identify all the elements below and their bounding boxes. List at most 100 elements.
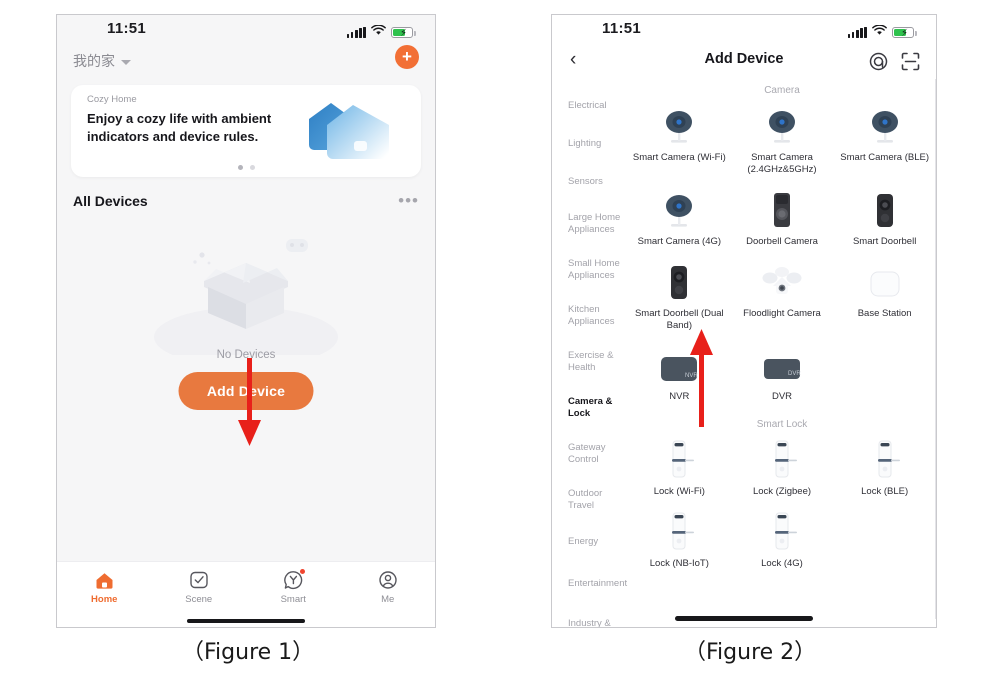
smart-doorbell-icon xyxy=(833,186,936,232)
product-item[interactable]: Base Station xyxy=(833,254,936,338)
section-title-camera: Camera xyxy=(764,85,800,96)
user-circle-icon xyxy=(341,569,436,591)
product-name: Smart Doorbell xyxy=(852,235,917,247)
house-pair-icon xyxy=(297,99,407,167)
product-item[interactable]: Smart Camera (BLE) xyxy=(833,98,936,182)
all-devices-header: All Devices ••• xyxy=(73,192,419,209)
more-horizontal-icon[interactable]: ••• xyxy=(398,192,419,209)
status-bar-time: 11:51 xyxy=(602,20,642,37)
tab-scene[interactable]: Scene xyxy=(152,569,247,605)
door-lock-icon xyxy=(628,436,731,482)
home-selector[interactable]: 我的家 xyxy=(73,51,131,71)
dvr-icon: DVR xyxy=(731,341,834,387)
arrow-to-add-device xyxy=(238,358,261,446)
category-label: Camera & Lock xyxy=(568,396,613,419)
product-item-spacer xyxy=(833,337,936,409)
category-label: Exercise & Health xyxy=(568,350,614,373)
sidebar-item-entertainment[interactable]: Entertainment xyxy=(552,561,628,607)
tab-smart[interactable]: Smart xyxy=(246,569,341,605)
smart-automation-icon xyxy=(246,569,341,591)
product-item[interactable]: Smart Camera (4G) xyxy=(628,182,731,254)
tab-me[interactable]: Me xyxy=(341,569,436,605)
sidebar-item-energy[interactable]: Energy xyxy=(552,523,628,561)
floodlight-camera-icon xyxy=(731,258,834,304)
door-lock-icon xyxy=(833,436,936,482)
product-item[interactable]: Floodlight Camera xyxy=(731,254,834,338)
product-item[interactable]: Smart Camera (Wi-Fi) xyxy=(628,98,731,182)
home-header: 我的家 + xyxy=(57,45,435,81)
product-item[interactable]: DVR DVR xyxy=(731,337,834,409)
status-bar-time: 11:51 xyxy=(107,20,147,37)
category-label: Energy xyxy=(568,536,599,548)
category-label: Sensors xyxy=(568,176,603,188)
category-label: Lighting xyxy=(568,138,602,150)
camera-dome-icon xyxy=(833,102,936,148)
base-station-icon xyxy=(833,258,936,304)
tab-me-label: Me xyxy=(381,594,395,605)
sidebar-item-gateway-control[interactable]: Gateway Control xyxy=(552,431,628,477)
banner-page-dots xyxy=(71,165,421,170)
sidebar-item-industry-agriculture[interactable]: Industry & Agriculture xyxy=(552,607,628,627)
status-bar-indicators: ⚡ xyxy=(847,23,917,41)
category-label: Electrical xyxy=(568,100,607,112)
product-name: Lock (BLE) xyxy=(861,486,909,498)
banner-tag: Cozy Home xyxy=(87,94,137,105)
sidebar-item-exercise-health[interactable]: Exercise & Health xyxy=(552,339,628,385)
product-item[interactable]: Lock (BLE) xyxy=(833,432,936,504)
status-bar-indicators: ⚡ xyxy=(346,23,416,41)
camera-dome-icon xyxy=(628,102,731,148)
product-item[interactable]: Lock (NB-IoT) xyxy=(628,504,731,576)
status-bar: 11:51 ⚡ xyxy=(552,15,936,45)
smart-lock-product-grid: Lock (Wi-Fi) Lock (Zigbee) Lock (BLE) Lo… xyxy=(628,432,936,576)
product-item[interactable]: Smart Camera (2.4GHz&5GHz) xyxy=(731,98,834,182)
cozy-home-banner[interactable]: Cozy Home Enjoy a cozy life with ambient… xyxy=(71,85,421,177)
empty-open-box-icon xyxy=(146,225,346,367)
sidebar-item-sensors[interactable]: Sensors xyxy=(552,163,628,201)
sidebar-item-outdoor-travel[interactable]: Outdoor Travel xyxy=(552,477,628,523)
status-bar: 11:51 ⚡ xyxy=(57,15,435,45)
qr-scan-icon[interactable] xyxy=(901,52,920,76)
add-button[interactable]: + xyxy=(395,45,419,69)
screenshot-canvas: 11:51 ⚡ 我的家 + Cozy Home Enjoy a cozy lif… xyxy=(0,0,1000,674)
product-name: Smart Camera (BLE) xyxy=(840,152,929,163)
signal-bars-icon xyxy=(346,26,366,38)
product-item[interactable]: Lock (Zigbee) xyxy=(731,432,834,504)
product-name: Smart Camera (2.4GHz&5GHz) xyxy=(747,152,817,175)
auto-scan-icon[interactable] xyxy=(869,52,888,76)
product-item[interactable]: Lock (Wi-Fi) xyxy=(628,432,731,504)
sidebar-item-camera-lock[interactable]: Camera & Lock xyxy=(552,385,628,431)
home-icon xyxy=(57,569,152,591)
battery-charging-icon: ⚡ xyxy=(391,26,416,39)
signal-bars-icon xyxy=(847,26,867,38)
section-title-smart-lock: Smart Lock xyxy=(756,419,808,431)
sidebar-item-kitchen-appliances[interactable]: Kitchen Appliances xyxy=(552,293,628,339)
figure-2-phone-frame: 11:51 ⚡ ‹ Add Device Electrical Lighting… xyxy=(551,14,937,628)
product-item[interactable]: Smart Doorbell (Dual Band) xyxy=(628,254,731,338)
doorbell-camera-icon xyxy=(731,186,834,232)
product-item[interactable]: Smart Doorbell xyxy=(833,182,936,254)
banner-headline: Enjoy a cozy life with ambient indicator… xyxy=(87,111,272,144)
sidebar-item-lighting[interactable]: Lighting xyxy=(552,125,628,163)
sidebar-item-small-home-appliances[interactable]: Small Home Appliances xyxy=(552,247,628,293)
tab-smart-label: Smart xyxy=(280,594,306,605)
add-device-navbar: ‹ Add Device xyxy=(552,45,936,79)
product-name: Lock (4G) xyxy=(761,558,803,570)
product-name: Smart Camera (4G) xyxy=(637,235,722,247)
product-item[interactable]: Lock (4G) xyxy=(731,504,834,576)
door-lock-icon xyxy=(628,508,731,554)
product-name: Floodlight Camera xyxy=(743,307,821,319)
category-label: Outdoor Travel xyxy=(568,488,603,511)
product-name: Lock (Zigbee) xyxy=(752,486,812,498)
sidebar-item-electrical[interactable]: Electrical xyxy=(552,87,628,125)
figure-1-phone-frame: 11:51 ⚡ 我的家 + Cozy Home Enjoy a cozy lif… xyxy=(56,14,436,628)
scrollbar-track[interactable] xyxy=(935,79,936,619)
sidebar-item-large-home-appliances[interactable]: Large Home Appliances xyxy=(552,201,628,247)
product-name: Smart Camera (Wi-Fi) xyxy=(632,152,726,163)
tab-home[interactable]: Home xyxy=(57,569,152,605)
home-indicator-bar xyxy=(187,619,305,623)
figure-1-caption: （Figure 1） xyxy=(182,640,315,665)
category-label: Entertainment xyxy=(568,578,628,590)
product-item[interactable]: Doorbell Camera xyxy=(731,182,834,254)
product-name: Smart Doorbell (Dual Band) xyxy=(634,307,724,331)
product-name: Doorbell Camera xyxy=(746,235,818,247)
